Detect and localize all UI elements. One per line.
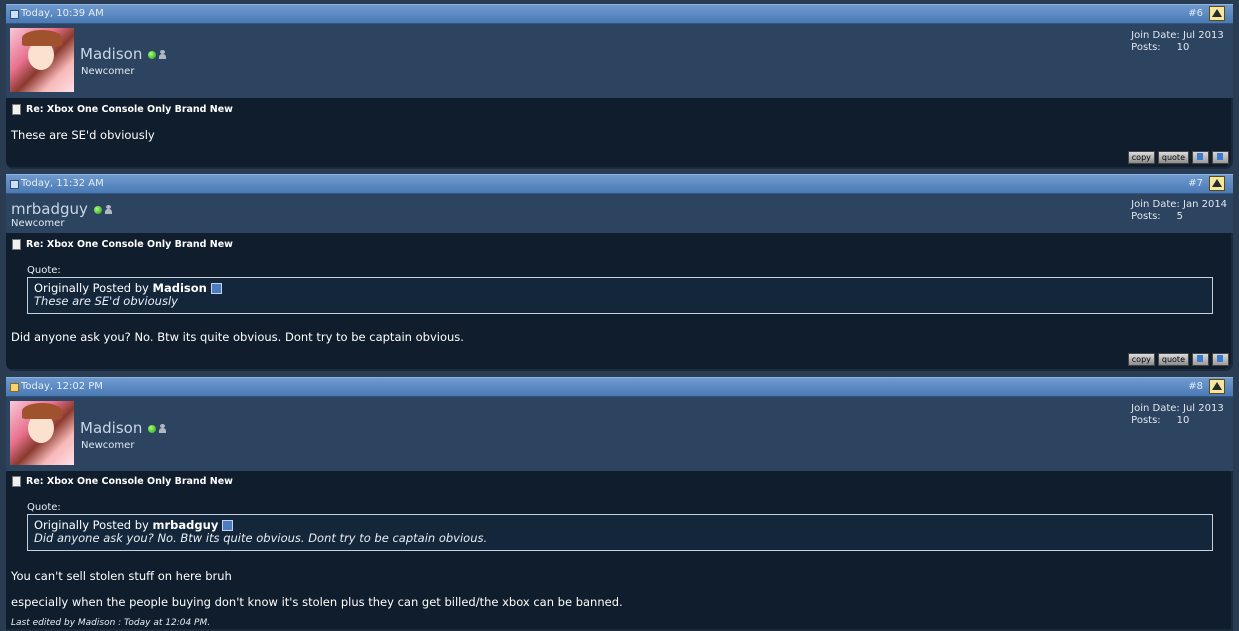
- post-number-link[interactable]: #6: [1188, 8, 1203, 19]
- post-date: Today, 10:39 AM: [21, 8, 104, 19]
- post-6: Today, 10:39 AM #6 Madison Newcomer Join…: [6, 4, 1233, 169]
- post-body: Re: Xbox One Console Only Brand New Quot…: [6, 233, 1233, 371]
- quote-author: Madison: [152, 281, 207, 295]
- post-body: Re: Xbox One Console Only Brand New Thes…: [6, 98, 1233, 169]
- posts-count: 5: [1176, 211, 1183, 222]
- quote-label: Quote:: [27, 265, 61, 276]
- user-stats: Join Date: Jul 2013 Posts: 10: [1131, 30, 1229, 54]
- quick-reply-icon[interactable]: [1212, 150, 1229, 164]
- user-info-bar: Madison Newcomer Join Date: Jul 2013 Pos…: [6, 397, 1233, 471]
- post-action-buttons: copy quote: [1125, 352, 1229, 366]
- document-icon: [12, 476, 21, 487]
- post-date: Today, 11:32 AM: [21, 178, 104, 189]
- post-title: Re: Xbox One Console Only Brand New: [12, 104, 233, 115]
- avatar[interactable]: [10, 28, 74, 92]
- post-message-line-2: especially when the people buying don't …: [11, 595, 623, 609]
- quick-reply-icon[interactable]: [1212, 352, 1229, 366]
- report-post-icon[interactable]: [1209, 379, 1225, 394]
- join-date-value: Jul 2013: [1183, 403, 1224, 414]
- document-icon: [12, 104, 21, 115]
- post-title: Re: Xbox One Console Only Brand New: [12, 239, 233, 250]
- quote-text: Did anyone ask you? No. Btw its quite ob…: [34, 531, 488, 545]
- post-7: Today, 11:32 AM #7 mrbadguy Newcomer Joi…: [6, 174, 1233, 371]
- quote-label: Quote:: [27, 502, 61, 513]
- post-action-buttons: copy quote: [1125, 150, 1229, 164]
- multi-quote-icon[interactable]: [1192, 352, 1209, 366]
- copy-button[interactable]: copy: [1127, 352, 1155, 366]
- user-profile-icon: [159, 50, 167, 59]
- user-rank: Newcomer: [81, 66, 135, 77]
- post-old-icon: [10, 10, 19, 19]
- post-8: Today, 12:02 PM #8 Madison Newcomer Join…: [6, 377, 1233, 631]
- quote-box: Originally Posted by mrbadguy Did anyone…: [27, 514, 1213, 551]
- quote-box: Originally Posted by Madison These are S…: [27, 277, 1213, 314]
- quote-text: These are SE'd obviously: [34, 294, 178, 308]
- post-header: Today, 12:02 PM #8: [6, 377, 1233, 397]
- user-rank: Newcomer: [81, 440, 135, 451]
- user-rank: Newcomer: [11, 218, 65, 229]
- join-date-label: Join Date:: [1131, 30, 1180, 41]
- online-status-icon: [148, 424, 157, 433]
- post-message: Did anyone ask you? No. Btw its quite ob…: [11, 330, 464, 344]
- user-stats: Join Date: Jul 2013 Posts: 10: [1131, 403, 1229, 427]
- quote-prefix: Originally Posted by: [34, 518, 149, 532]
- document-icon: [12, 239, 21, 250]
- post-title-text: Re: Xbox One Console Only Brand New: [26, 104, 233, 115]
- username-link[interactable]: Madison: [80, 45, 167, 63]
- quote-author: mrbadguy: [152, 518, 219, 532]
- posts-count: 10: [1176, 415, 1190, 426]
- posts-label: Posts:: [1131, 415, 1161, 426]
- post-message: These are SE'd obviously: [11, 128, 155, 142]
- online-status-icon: [148, 50, 157, 59]
- join-date-label: Join Date:: [1131, 403, 1180, 414]
- post-message-line-1: You can't sell stolen stuff on here bruh: [11, 569, 232, 583]
- posts-label: Posts:: [1131, 42, 1161, 53]
- report-post-icon[interactable]: [1209, 176, 1225, 191]
- last-edited-note: Last edited by Madison : Today at 12:04 …: [11, 618, 211, 628]
- quote-button[interactable]: quote: [1157, 352, 1189, 366]
- post-title-text: Re: Xbox One Console Only Brand New: [26, 239, 233, 250]
- username-text[interactable]: mrbadguy: [11, 200, 88, 218]
- post-old-icon: [10, 180, 19, 189]
- posts-count: 10: [1176, 42, 1190, 53]
- username-text[interactable]: Madison: [80, 45, 142, 63]
- copy-button[interactable]: copy: [1127, 150, 1155, 164]
- post-title-text: Re: Xbox One Console Only Brand New: [26, 476, 233, 487]
- user-info-bar: mrbadguy Newcomer Join Date: Jan 2014 Po…: [6, 194, 1233, 233]
- posts-label: Posts:: [1131, 211, 1161, 222]
- view-post-icon[interactable]: [210, 283, 222, 294]
- multi-quote-icon[interactable]: [1192, 150, 1209, 164]
- post-title: Re: Xbox One Console Only Brand New: [12, 476, 233, 487]
- post-body: Re: Xbox One Console Only Brand New Quot…: [6, 471, 1233, 631]
- post-number-link[interactable]: #8: [1188, 381, 1203, 392]
- report-post-icon[interactable]: [1209, 6, 1225, 21]
- username-link[interactable]: Madison: [80, 419, 167, 437]
- user-profile-icon: [159, 424, 167, 433]
- quote-prefix: Originally Posted by: [34, 281, 149, 295]
- view-post-icon[interactable]: [222, 520, 234, 531]
- username-link[interactable]: mrbadguy: [11, 200, 112, 218]
- post-header: Today, 11:32 AM #7: [6, 174, 1233, 194]
- post-new-icon: [10, 383, 19, 392]
- user-info-bar: Madison Newcomer Join Date: Jul 2013 Pos…: [6, 24, 1233, 98]
- post-header: Today, 10:39 AM #6: [6, 4, 1233, 24]
- join-date-value: Jan 2014: [1183, 199, 1228, 210]
- post-date: Today, 12:02 PM: [21, 381, 103, 392]
- user-stats: Join Date: Jan 2014 Posts: 5: [1131, 199, 1229, 223]
- post-number-link[interactable]: #7: [1188, 178, 1203, 189]
- join-date-value: Jul 2013: [1183, 30, 1224, 41]
- quote-button[interactable]: quote: [1157, 150, 1189, 164]
- online-status-icon: [93, 205, 102, 214]
- join-date-label: Join Date:: [1131, 199, 1180, 210]
- username-text[interactable]: Madison: [80, 419, 142, 437]
- user-profile-icon: [104, 205, 112, 214]
- avatar[interactable]: [10, 401, 74, 465]
